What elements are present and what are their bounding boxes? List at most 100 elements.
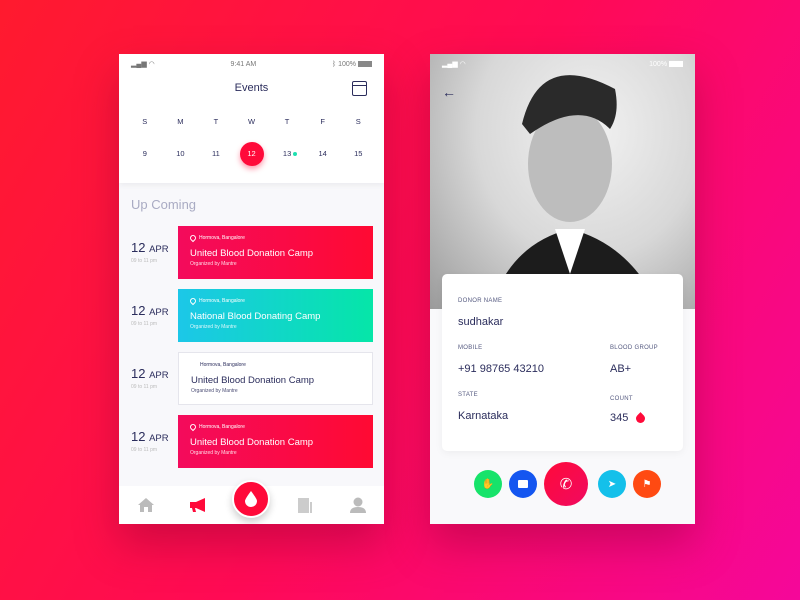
event-card[interactable]: Hormova, Bangalore United Blood Donation… <box>178 352 373 405</box>
weekday-row: SMTWTFS <box>127 117 376 126</box>
mobile-value[interactable]: +91 98765 43210 <box>458 363 544 375</box>
call-button[interactable]: ✆ <box>544 462 588 506</box>
back-arrow-icon[interactable]: ← <box>442 84 456 100</box>
date-label: 13 <box>282 149 292 158</box>
event-organizer: Organized by Mantre <box>190 450 237 456</box>
event-dot <box>293 152 298 156</box>
signal-icon: ▂▄▆ ◠ <box>442 61 466 68</box>
date[interactable]: 9 <box>127 142 163 166</box>
phone-icon: ✆ <box>559 476 573 493</box>
blood-group-label: BLOOD GROUP <box>610 345 658 351</box>
date-selected[interactable]: 12 <box>234 142 270 166</box>
event-day: 12 <box>131 240 146 255</box>
event-name: United Blood Donation Camp <box>190 248 314 259</box>
event-name: United Blood Donation Camp <box>191 375 315 386</box>
weekday: T <box>284 117 290 126</box>
donor-name: sudhakar <box>458 316 504 328</box>
battery-text: 100% <box>649 60 668 68</box>
event-card[interactable]: Hormova, Bangalore United Blood Donation… <box>178 226 373 279</box>
weekday: F <box>320 117 325 126</box>
weekday: M <box>177 117 184 126</box>
state-value: Karnataka <box>458 410 509 422</box>
status-bar: ▂▄▆ ◠ 9:41 AM ᛒ 100% <box>119 54 384 74</box>
donate-hands-button[interactable]: ✋ <box>474 470 502 498</box>
event-location: Hormova, Bangalore <box>191 361 360 369</box>
event-item[interactable]: 12 APR 09 to 11 pm Hormova, Bangalore Na… <box>119 289 384 342</box>
event-organizer: Organized by Mantre <box>191 388 238 394</box>
count-row: 345 <box>610 411 648 425</box>
signal-icon: ▂▄▆ ◠ <box>131 61 155 68</box>
event-location-text: Hormova, Bangalore <box>200 362 246 368</box>
event-card[interactable]: Hormova, Bangalore United Blood Donation… <box>178 415 373 468</box>
event-name: National Blood Donating Camp <box>190 311 321 322</box>
state-label: STATE <box>458 392 478 398</box>
event-month: APR <box>149 433 169 444</box>
tab-profile[interactable] <box>349 496 367 514</box>
event-item[interactable]: 12 APR 09 to 11 pm Hormova, Bangalore Un… <box>119 226 384 279</box>
weekday: W <box>247 117 256 126</box>
megaphone-icon <box>189 498 205 512</box>
donor-name-label: DONOR NAME <box>458 298 503 304</box>
weekday: S <box>142 117 148 126</box>
event-date: 12 APR <box>131 429 169 444</box>
navigate-icon: ➤ <box>607 478 617 490</box>
calendar-icon[interactable] <box>352 81 367 96</box>
weekday: S <box>355 117 361 126</box>
flag-icon: ⚑ <box>642 478 652 490</box>
date[interactable]: 14 <box>305 142 341 166</box>
tab-documents[interactable] <box>296 496 314 514</box>
message-button[interactable] <box>509 470 537 498</box>
event-location-text: Hormova, Bangalore <box>199 235 245 241</box>
event-date: 12 APR <box>131 303 169 318</box>
blood-drop-icon <box>245 491 257 507</box>
events-screen: ▂▄▆ ◠ 9:41 AM ᛒ 100% Events SMTWTFS 9 10 1… <box>119 54 384 524</box>
event-day: 12 <box>131 429 146 444</box>
message-icon <box>518 480 528 488</box>
donor-portrait <box>490 75 660 309</box>
section-title: Up Coming <box>131 197 197 212</box>
event-month: APR <box>149 244 169 255</box>
event-time: 09 to 11 pm <box>131 447 158 453</box>
event-time: 09 to 11 pm <box>131 384 158 390</box>
user-icon <box>349 497 366 513</box>
event-time: 09 to 11 pm <box>131 321 158 327</box>
date-row: 9 10 11 12 13 14 15 <box>127 142 376 166</box>
event-time: 09 to 11 pm <box>131 258 158 264</box>
event-day: 12 <box>131 303 146 318</box>
weekday: T <box>213 117 219 126</box>
event-organizer: Organized by Mantre <box>190 261 237 267</box>
mobile-label: MOBILE <box>458 345 483 351</box>
date[interactable]: 15 <box>340 142 376 166</box>
status-time: 9:41 AM <box>230 60 257 68</box>
count-label: COUNT <box>610 396 633 402</box>
document-icon <box>297 497 312 513</box>
location-pin-icon <box>188 422 198 432</box>
battery-icon <box>357 60 372 67</box>
location-pin-icon <box>188 233 198 243</box>
event-card[interactable]: Hormova, Bangalore National Blood Donati… <box>178 289 373 342</box>
event-organizer: Organized by Mantre <box>190 324 237 330</box>
donor-photo <box>430 54 695 309</box>
date[interactable]: 11 <box>198 142 234 166</box>
home-icon <box>137 498 154 512</box>
donor-screen: ▂▄▆ ◠ 100% ← DONOR NAME sudhakar MOBILE +… <box>430 54 695 524</box>
location-pin-icon <box>188 296 198 306</box>
tab-home[interactable] <box>137 496 155 514</box>
status-bar: ▂▄▆ ◠ 100% <box>430 54 695 74</box>
event-item[interactable]: 12 APR 09 to 11 pm Hormova, Bangalore Un… <box>119 352 384 405</box>
count-value: 345 <box>610 412 629 424</box>
battery-icon <box>669 60 683 67</box>
event-location-text: Hormova, Bangalore <box>199 424 245 430</box>
blood-drop-icon <box>634 411 648 425</box>
donate-button[interactable] <box>232 480 270 518</box>
date[interactable]: 13 <box>269 142 305 166</box>
event-month: APR <box>149 370 169 381</box>
navigate-button[interactable]: ➤ <box>598 470 626 498</box>
event-item[interactable]: 12 APR 09 to 11 pm Hormova, Bangalore Un… <box>119 415 384 468</box>
tab-campaigns[interactable] <box>189 496 208 514</box>
event-month: APR <box>149 307 169 318</box>
date[interactable]: 10 <box>163 142 199 166</box>
event-date: 12 APR <box>131 240 169 255</box>
report-button[interactable]: ⚑ <box>633 470 661 498</box>
event-day: 12 <box>131 366 146 381</box>
